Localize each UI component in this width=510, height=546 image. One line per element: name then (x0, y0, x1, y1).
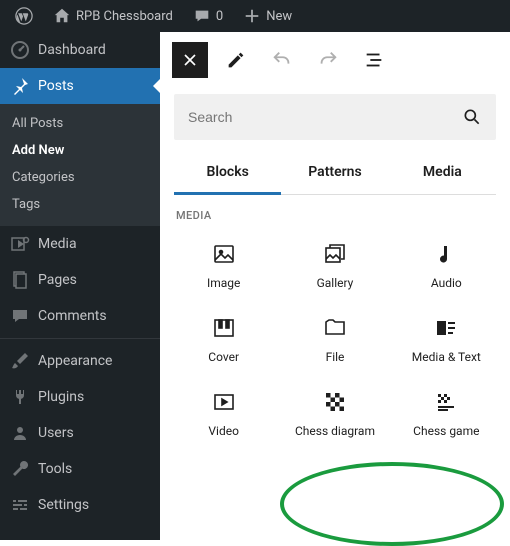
inserter-tabs: Blocks Patterns Media (174, 154, 496, 195)
block-audio[interactable]: Audio (391, 232, 502, 298)
edit-tool-button[interactable] (218, 42, 254, 78)
pages-icon (10, 270, 30, 290)
block-cover[interactable]: Cover (168, 306, 279, 372)
home-icon (53, 7, 71, 25)
sidebar-item-settings[interactable]: Settings (0, 487, 160, 523)
audio-icon (434, 242, 458, 266)
comment-icon (10, 306, 30, 326)
section-heading-media: MEDIA (160, 195, 510, 226)
brush-icon (10, 351, 30, 371)
submenu-all-posts[interactable]: All Posts (0, 110, 160, 137)
plus-icon (243, 7, 261, 25)
file-icon (323, 316, 347, 340)
sidebar-item-appearance[interactable]: Appearance (0, 343, 160, 379)
editor-toolbar (160, 32, 510, 88)
block-gallery[interactable]: Gallery (279, 232, 390, 298)
sidebar-item-posts[interactable]: Posts (0, 68, 160, 104)
sidebar-item-tools[interactable]: Tools (0, 451, 160, 487)
admin-sidebar: Dashboard Posts All Posts Add New Catego… (0, 32, 160, 540)
chess-diagram-icon (323, 390, 347, 414)
comments-count: 0 (216, 9, 223, 24)
wp-admin-bar: RPB Chessboard 0 New (0, 0, 510, 32)
wp-logo-button[interactable] (8, 0, 40, 32)
block-label: Chess diagram (295, 424, 375, 438)
sidebar-item-pages[interactable]: Pages (0, 262, 160, 298)
block-label: Audio (431, 276, 462, 290)
block-label: Media & Text (412, 350, 481, 364)
sidebar-item-label: Tools (38, 461, 72, 477)
image-icon (212, 242, 236, 266)
block-file[interactable]: File (279, 306, 390, 372)
block-label: Chess game (413, 424, 479, 438)
tab-patterns[interactable]: Patterns (281, 154, 388, 194)
undo-icon (271, 49, 293, 71)
block-media-text[interactable]: Media & Text (391, 306, 502, 372)
plug-icon (10, 387, 30, 407)
pencil-icon (225, 49, 247, 71)
sidebar-item-plugins[interactable]: Plugins (0, 379, 160, 415)
search-icon (462, 107, 482, 127)
block-inserter-panel: Blocks Patterns Media MEDIA Image Galler… (160, 32, 510, 540)
block-chess-diagram[interactable]: Chess diagram (279, 380, 390, 446)
wordpress-icon (15, 7, 33, 25)
block-video[interactable]: Video (168, 380, 279, 446)
document-outline-button[interactable] (356, 42, 392, 78)
sidebar-item-label: Users (38, 425, 74, 441)
sidebar-item-media[interactable]: Media (0, 226, 160, 262)
sidebar-item-label: Posts (38, 78, 74, 94)
comment-icon (193, 7, 211, 25)
sidebar-item-label: Comments (38, 308, 107, 324)
posts-submenu: All Posts Add New Categories Tags (0, 104, 160, 226)
sidebar-item-label: Appearance (38, 353, 112, 369)
media-text-icon (434, 316, 458, 340)
redo-icon (317, 49, 339, 71)
block-search[interactable] (174, 94, 496, 140)
block-label: Image (207, 276, 240, 290)
chess-game-icon (434, 390, 458, 414)
sidebar-item-dashboard[interactable]: Dashboard (0, 32, 160, 68)
users-icon (10, 423, 30, 443)
site-home-button[interactable]: RPB Chessboard (46, 0, 180, 32)
block-label: Cover (208, 350, 239, 364)
tab-media[interactable]: Media (389, 154, 496, 194)
redo-button[interactable] (310, 42, 346, 78)
submenu-categories[interactable]: Categories (0, 164, 160, 191)
sidebar-item-users[interactable]: Users (0, 415, 160, 451)
submenu-tags[interactable]: Tags (0, 191, 160, 218)
sidebar-item-label: Plugins (38, 389, 84, 405)
undo-button[interactable] (264, 42, 300, 78)
cover-icon (212, 316, 236, 340)
block-image[interactable]: Image (168, 232, 279, 298)
sidebar-item-label: Pages (38, 272, 77, 288)
gallery-icon (323, 242, 347, 266)
site-title: RPB Chessboard (76, 9, 173, 24)
block-chess-game[interactable]: Chess game (391, 380, 502, 446)
block-label: File (326, 350, 345, 364)
new-content-button[interactable]: New (236, 0, 299, 32)
sidebar-item-label: Media (38, 236, 77, 252)
sidebar-item-label: Settings (38, 497, 89, 513)
sliders-icon (10, 495, 30, 515)
outline-icon (363, 49, 385, 71)
search-input[interactable] (188, 109, 462, 125)
block-label: Gallery (317, 276, 354, 290)
annotation-highlight (280, 462, 504, 546)
sidebar-item-comments[interactable]: Comments (0, 298, 160, 334)
new-label: New (266, 9, 292, 24)
sidebar-item-label: Dashboard (38, 42, 106, 58)
pin-icon (10, 76, 30, 96)
video-icon (212, 390, 236, 414)
blocks-grid: Image Gallery Audio Cover File Media & T… (160, 226, 510, 452)
dashboard-icon (10, 40, 30, 60)
wrench-icon (10, 459, 30, 479)
media-icon (10, 234, 30, 254)
block-label: Video (208, 424, 239, 438)
close-icon (180, 50, 200, 70)
tab-blocks[interactable]: Blocks (174, 154, 281, 195)
comments-button[interactable]: 0 (186, 0, 230, 32)
close-inserter-button[interactable] (172, 42, 208, 78)
submenu-add-new[interactable]: Add New (0, 137, 160, 164)
